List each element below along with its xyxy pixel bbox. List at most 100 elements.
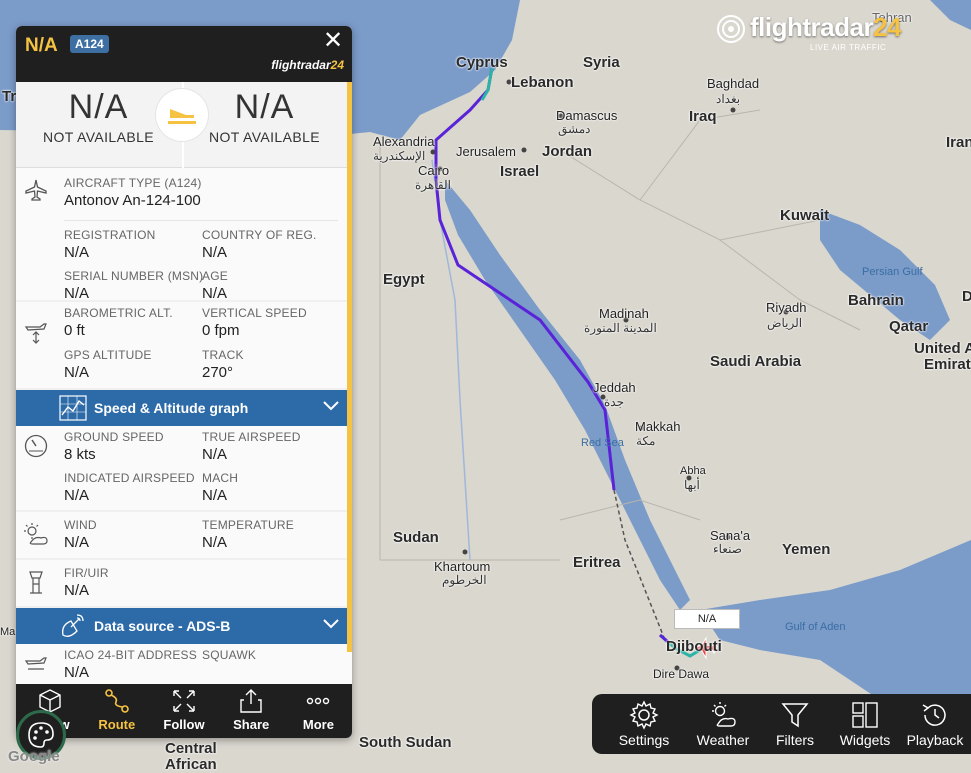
squawk-label: SQUAWK [202,648,257,662]
map-label-qatar: Qatar [889,318,929,335]
palette-icon [28,722,54,748]
true-airspeed-label: TRUE AIRSPEED [202,430,301,444]
map-label-djibouti: Djibouti [666,638,722,655]
data-source-toggle[interactable]: Data source - ADS-B [16,608,352,644]
graph-toggle-label: Speed & Altitude graph [94,400,249,416]
panel-brand-word: flightradar [271,58,331,72]
map-label-eritrea: Eritrea [573,554,621,571]
callsign: N/A [25,35,58,56]
share-button[interactable]: Share [218,684,285,738]
map-label-baghdad-ar: بغداد [716,92,741,106]
map-label-bahrain: Bahrain [848,292,904,309]
chevron-down-icon [322,399,340,417]
map-label-alexandria: Alexandria [373,134,435,149]
origin-city: NOT AVAILABLE [42,129,155,145]
route-label: Route [98,717,136,732]
map-label-makkah-ar: مكة [636,434,656,448]
playback-button[interactable]: Playback [900,694,970,754]
speed-altitude-graph-toggle[interactable]: Speed & Altitude graph [16,390,352,426]
map-label-sudan: Sudan [393,529,439,546]
mach-field: MACH N/A [202,471,340,504]
playback-label: Playback [906,732,964,748]
map-label-left-ma: Ma [0,626,16,638]
aircraft-type-label: AIRCRAFT TYPE (A124) [64,176,202,190]
map-label-red-sea: Red Sea [581,437,624,449]
widgets-icon [852,702,878,728]
filter-icon [781,703,809,728]
map-label-israel: Israel [500,163,540,180]
serial-value: N/A [64,285,90,302]
indicated-airspeed-field: INDICATED AIRSPEED N/A [64,471,202,504]
baro-alt-label: BAROMETRIC ALT. [64,306,173,320]
weather-button[interactable]: Weather [686,694,760,754]
map-label-cairo: Cairo [418,163,450,178]
widgets-label: Widgets [839,732,891,748]
country-field: COUNTRY OF REG. N/A [202,228,340,261]
wind-icon [22,520,50,548]
mach-label: MACH [202,471,239,485]
registration-field: REGISTRATION N/A [64,228,202,261]
destination[interactable]: N/A NOT AVAILABLE [182,88,347,145]
tower-icon [22,568,50,596]
squawk-field: SQUAWK [202,648,340,662]
aircraft-type-badge: A124 [70,35,109,53]
aircraft-tag[interactable]: N/A [674,609,740,629]
logo-subtitle: LIVE AIR TRAFFIC [810,43,887,52]
logo-word: flightradar [750,12,874,42]
ground-speed-value: 8 kts [64,446,96,463]
filters-label: Filters [775,732,815,748]
track-value: 270° [202,364,234,381]
share-label: Share [233,717,270,732]
map-label-central: Central [165,740,217,757]
map-label-madinah: Madinah [599,306,649,321]
close-icon[interactable]: ✕ [322,29,344,53]
logo-num: 24 [873,12,901,42]
aircraft-type-value: Antonov An-124-100 [64,192,201,209]
route-summary: N/A NOT AVAILABLE N/A NOT AVAILABLE [16,82,352,168]
speedometer-icon [22,432,50,460]
map-label-jeddah: Jeddah [593,380,636,395]
ground-speed-field: GROUND SPEED 8 kts [64,430,202,463]
map-label-khartoum: Khartoum [434,559,491,574]
radar-icon [717,15,745,43]
serial-field: SERIAL NUMBER (MSN) N/A [64,269,203,302]
map-label-riyadh: Riyadh [766,300,807,315]
altitude-icon [22,318,50,346]
map-label-damascus-ar: دمشق [558,122,591,136]
satellite-dish-icon [56,611,90,641]
aircraft-section: AIRCRAFT TYPE (A124) Antonov An-124-100 … [16,168,352,302]
map-label-kuwait: Kuwait [780,207,830,224]
more-button[interactable]: More [285,684,352,738]
wind-label: WIND [64,518,97,532]
icao-field: ICAO 24-BIT ADDRESS N/A [64,648,202,681]
age-value: N/A [202,285,228,302]
filters-button[interactable]: Filters [760,694,830,754]
divider [64,220,338,221]
gps-alt-field: GPS ALTITUDE N/A [64,348,202,381]
settings-button[interactable]: Settings [602,694,686,754]
panel-brand: flightradar24 [271,58,344,72]
follow-button[interactable]: Follow [150,684,217,738]
country-value: N/A [202,244,228,261]
mach-value: N/A [202,487,228,504]
panel-header: N/A A124 ✕ flightradar24 [16,26,352,82]
map-label-abha-ar: أبها [684,478,700,492]
gps-alt-label: GPS ALTITUDE [64,348,152,362]
follow-label: Follow [163,717,205,732]
airplane-icon [22,176,50,204]
panel-action-bar: w Route Follow Share More [16,684,352,738]
temperature-value: N/A [202,534,228,551]
widgets-button[interactable]: Widgets [830,694,900,754]
map-label-abha: Abha [680,465,706,477]
route-button[interactable]: Route [83,684,150,738]
gps-alt-value: N/A [64,364,90,381]
flightradar-logo[interactable]: flightradar24 LIVE AIR TRAFFIC [716,12,901,52]
wind-value: N/A [64,534,90,551]
baro-alt-value: 0 ft [64,322,85,339]
speed-section: GROUND SPEED 8 kts TRUE AIRSPEED N/A IND… [16,426,352,512]
wind-field: WIND N/A [64,518,202,551]
map-label-jordan: Jordan [542,143,593,160]
weather-label: Weather [696,732,750,748]
panel-scrollbar[interactable] [347,82,352,652]
flight-info-panel: N/A A124 ✕ flightradar24 N/A NOT AVAILAB… [16,26,352,738]
